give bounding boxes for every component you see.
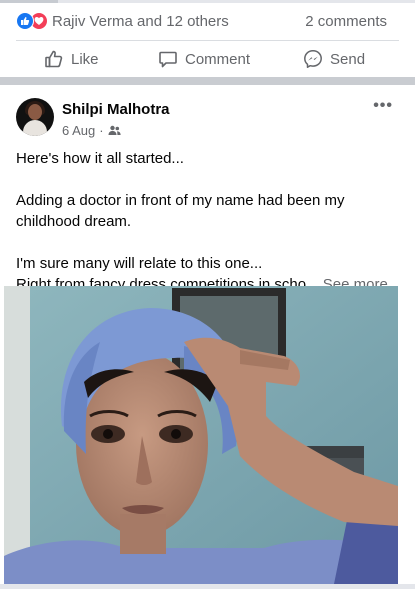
post-photo-graphic bbox=[4, 286, 398, 584]
like-button[interactable]: Like bbox=[44, 41, 99, 77]
reaction-icons bbox=[16, 12, 50, 30]
messenger-icon bbox=[304, 50, 322, 68]
post-header: Shilpi Malhotra 6 Aug · ••• bbox=[0, 85, 415, 141]
thumbs-up-icon bbox=[45, 50, 63, 68]
bottom-divider bbox=[0, 584, 415, 589]
comment-bubble-icon bbox=[159, 51, 177, 68]
feed-separator bbox=[0, 77, 415, 85]
comment-button[interactable]: Comment bbox=[158, 41, 250, 77]
meta-separator: · bbox=[99, 123, 104, 138]
top-divider bbox=[0, 0, 415, 3]
post-photo[interactable] bbox=[4, 286, 398, 584]
comments-count-link[interactable]: 2 comments bbox=[305, 13, 387, 30]
post-date[interactable]: 6 Aug bbox=[62, 123, 95, 138]
reactions-summary-text[interactable]: Rajiv Verma and 12 others bbox=[52, 13, 229, 30]
post-line: Adding a doctor in front of my name had … bbox=[16, 192, 345, 230]
post-line: I'm sure many will relate to this one... bbox=[16, 255, 263, 272]
more-options-icon[interactable]: ••• bbox=[373, 97, 393, 115]
post-line: Here's how it all started... bbox=[16, 150, 184, 167]
reactions-summary-row[interactable]: Rajiv Verma and 12 others 2 comments bbox=[0, 8, 415, 34]
send-label: Send bbox=[330, 50, 366, 68]
comment-label: Comment bbox=[185, 50, 251, 68]
author-avatar[interactable] bbox=[16, 98, 54, 136]
like-label: Like bbox=[71, 50, 99, 68]
post-meta: 6 Aug · bbox=[62, 123, 121, 138]
post-actions-bar: Like Comment Send bbox=[0, 41, 415, 77]
post-text: Here's how it all started... Adding a do… bbox=[16, 148, 401, 295]
send-button[interactable]: Send bbox=[303, 41, 365, 77]
friends-icon[interactable] bbox=[108, 125, 121, 136]
author-name[interactable]: Shilpi Malhotra bbox=[62, 101, 170, 118]
like-reaction-icon bbox=[16, 12, 34, 30]
